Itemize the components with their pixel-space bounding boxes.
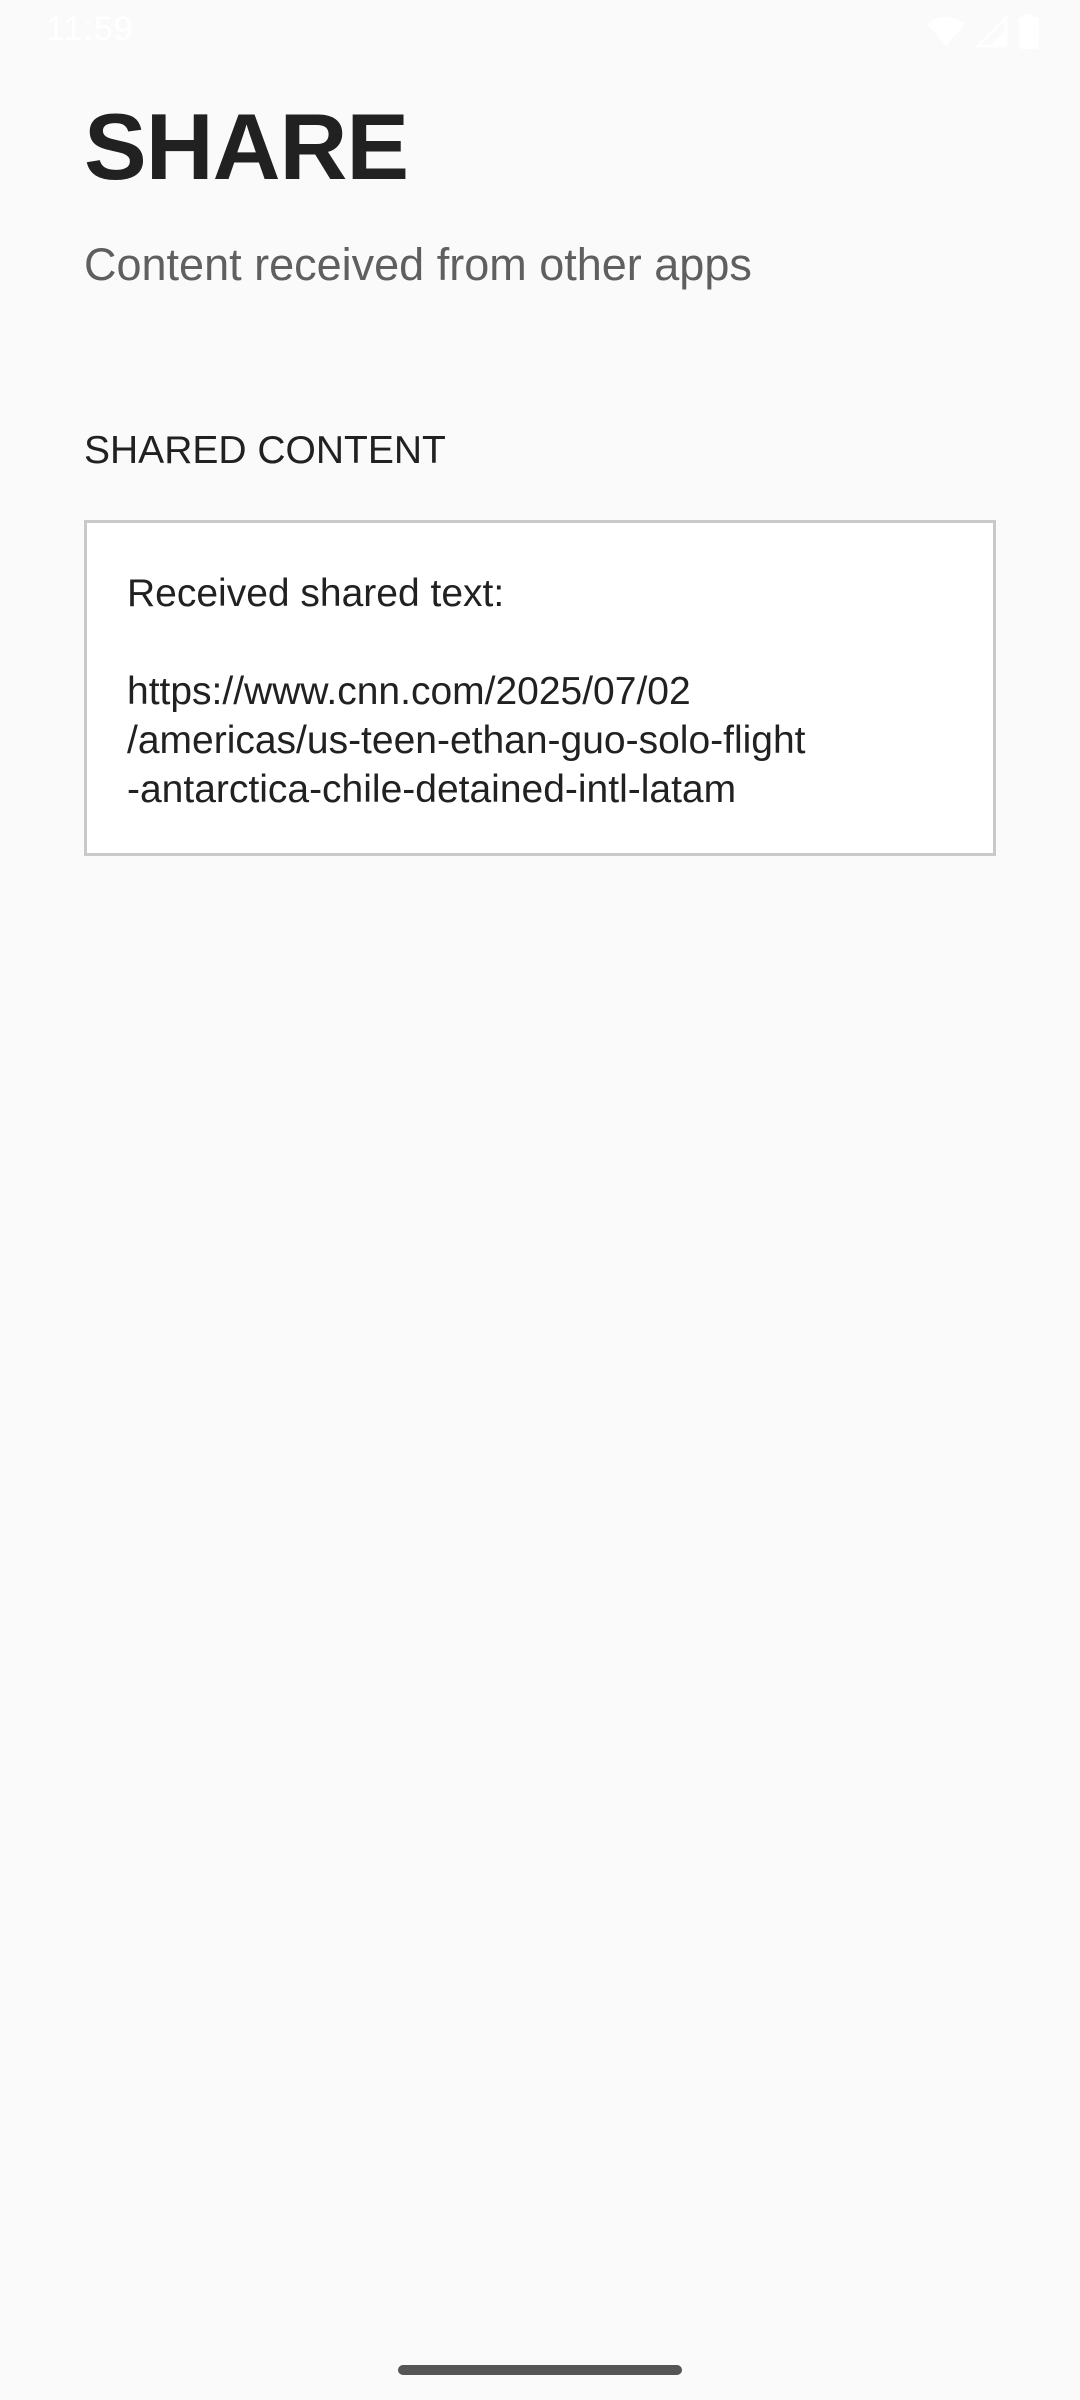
status-icons <box>926 14 1040 50</box>
shared-content-heading: Received shared text: <box>127 572 505 615</box>
wifi-icon <box>926 16 966 48</box>
status-bar: 11:59 <box>0 0 1080 62</box>
shared-content-box: Received shared text: https://www.cnn.co… <box>84 520 996 856</box>
page-title: SHARE <box>84 94 409 199</box>
page-subtitle: Content received from other apps <box>84 239 752 290</box>
share-screen: 11:59 SHARE Content received from other … <box>0 0 1080 2400</box>
shared-content-url[interactable]: https://www.cnn.com/2025/07/02 /americas… <box>127 667 953 814</box>
section-label: SHARED CONTENT <box>84 429 446 472</box>
battery-icon <box>1018 14 1040 50</box>
signal-icon <box>976 16 1008 48</box>
gesture-nav-handle[interactable] <box>398 2365 682 2375</box>
status-time: 11:59 <box>46 10 134 48</box>
